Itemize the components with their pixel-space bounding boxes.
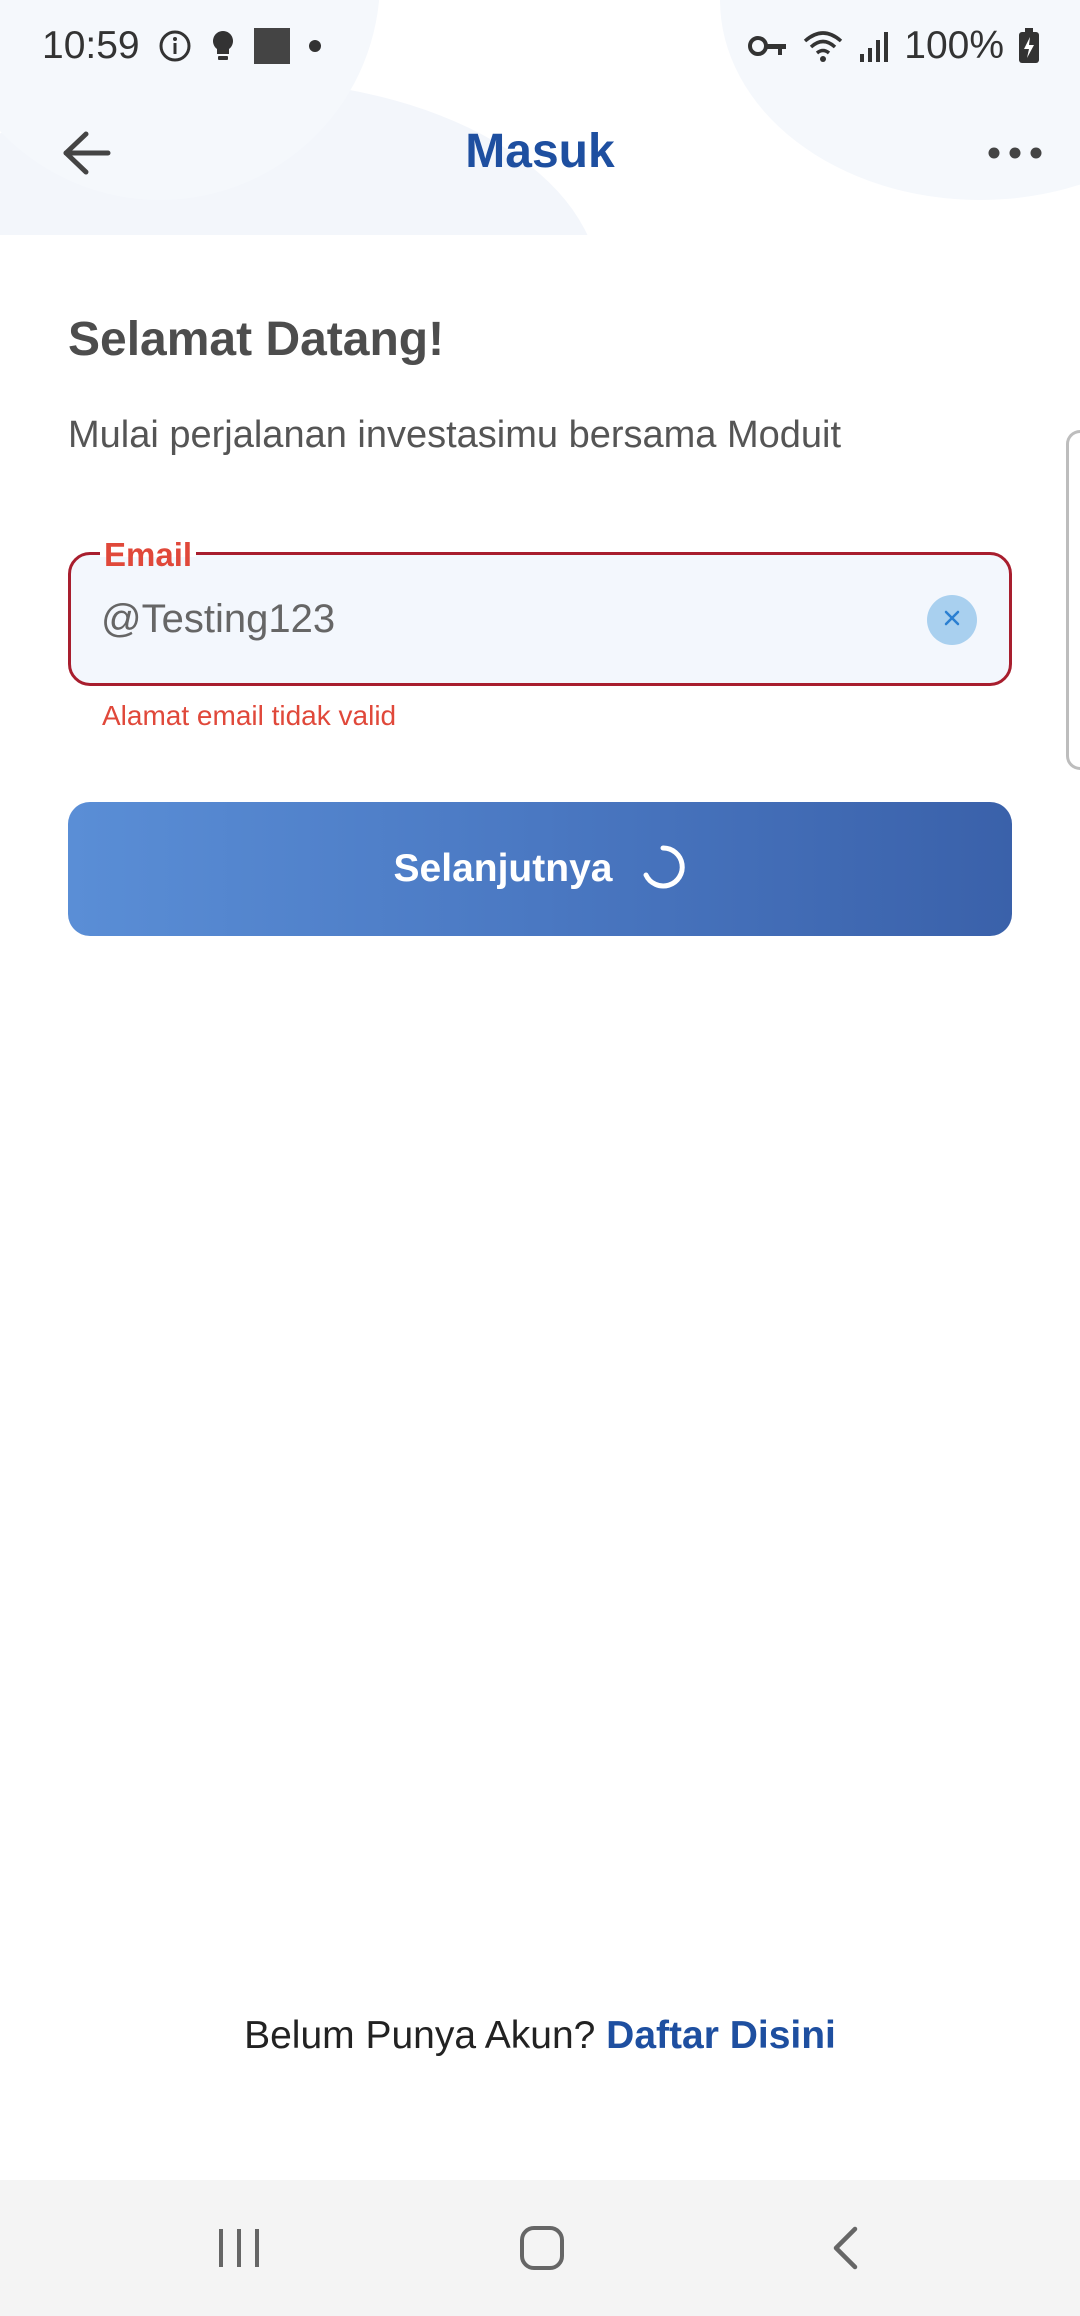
email-field-label: Email <box>100 536 197 574</box>
recent-apps-button[interactable] <box>194 2210 284 2290</box>
battery-percent: 100% <box>904 24 1004 67</box>
lightbulb-icon <box>210 29 236 63</box>
home-icon <box>519 2225 565 2276</box>
home-button[interactable] <box>497 2210 587 2290</box>
email-input[interactable] <box>101 555 881 683</box>
battery-charging-icon <box>1018 28 1040 64</box>
signal-icon <box>858 30 890 62</box>
status-bar: 10:59 100% <box>0 0 1080 92</box>
signup-prompt-text: Belum Punya Akun? <box>244 2014 596 2057</box>
signup-prompt: Belum Punya Akun? Daftar Disini <box>0 2014 1080 2058</box>
status-time: 10:59 <box>42 24 140 67</box>
wifi-icon <box>802 29 844 63</box>
email-error-message: Alamat email tidak valid <box>102 700 397 731</box>
system-nav-bar <box>0 2180 1080 2316</box>
key-icon <box>748 33 788 59</box>
info-icon <box>158 29 192 63</box>
close-icon <box>942 608 962 633</box>
clear-input-button[interactable] <box>927 595 977 645</box>
welcome-heading: Selamat Datang! <box>68 313 445 366</box>
next-button[interactable]: Selanjutnya <box>68 802 1012 936</box>
signup-link[interactable]: Daftar Disini <box>606 2014 836 2057</box>
dot-icon <box>308 39 322 53</box>
email-field[interactable] <box>68 552 1012 686</box>
square-icon <box>253 28 290 64</box>
page-title: Masuk <box>465 125 615 178</box>
back-icon <box>830 2225 860 2276</box>
recent-apps-icon <box>217 2227 261 2274</box>
more-horizontal-icon <box>988 146 1042 164</box>
app-bar: Masuk <box>0 110 1080 200</box>
system-back-button[interactable] <box>800 2210 890 2290</box>
more-options-button[interactable] <box>980 130 1050 180</box>
loading-spinner-icon <box>640 844 686 895</box>
next-button-label: Selanjutnya <box>393 847 613 890</box>
side-panel-handle[interactable] <box>1066 430 1080 770</box>
welcome-subtitle: Mulai perjalanan investasimu bersama Mod… <box>68 414 842 456</box>
